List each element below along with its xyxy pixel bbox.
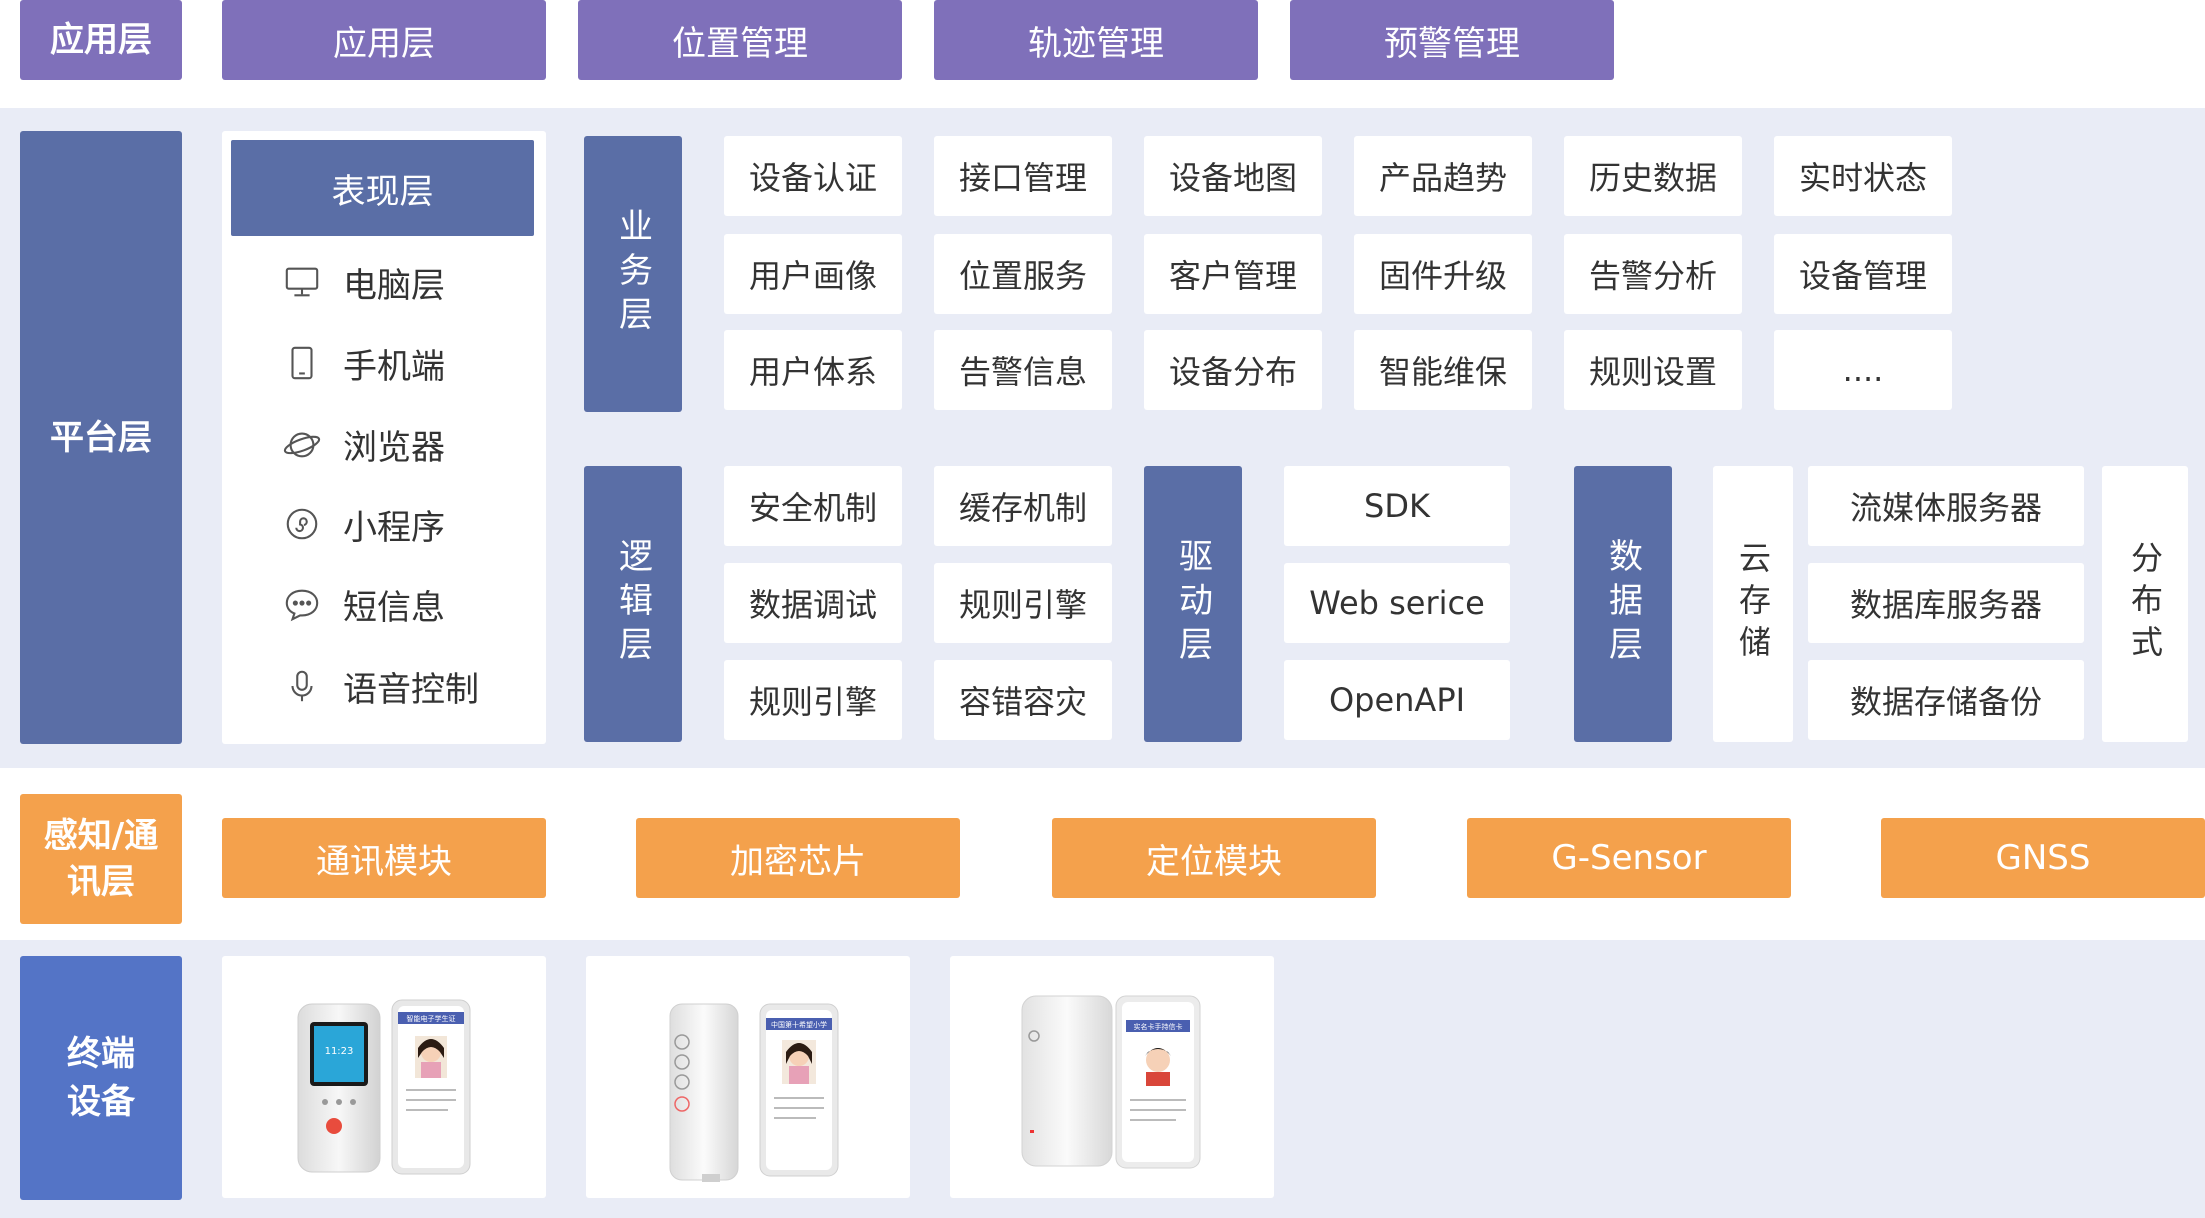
sensing-layer-label-text: 感知/通讯层 <box>43 816 159 902</box>
device-card-1: 11:23 智能电子学生证 <box>222 956 546 1198</box>
sensing-item-gsensor: G-Sensor <box>1467 818 1791 898</box>
vertical-card-device-image: 中国第十希望小学 <box>669 1003 839 1182</box>
pres-item-voice: 语音控制 <box>283 658 479 714</box>
business-cell: 产品趋势 <box>1354 136 1532 216</box>
logic-layer-label: 逻辑层 <box>584 466 682 742</box>
pres-item-miniprogram: 小程序 <box>283 496 445 552</box>
business-cell: 设备地图 <box>1144 136 1322 216</box>
device-card-2: 中国第十希望小学 <box>586 956 910 1198</box>
sensing-layer-label: 感知/通讯层 <box>20 794 182 924</box>
driver-cell-sdk: SDK <box>1284 466 1510 546</box>
logic-cell: 规则引擎 <box>724 660 902 740</box>
driver-cell-webservice: Web serice <box>1284 563 1510 643</box>
svg-text:实名卡手持信卡: 实名卡手持信卡 <box>1134 1022 1183 1031</box>
data-cell-backup: 数据存储备份 <box>1808 660 2084 740</box>
monitor-icon <box>285 267 319 297</box>
business-cell: 固件升级 <box>1354 234 1532 314</box>
pres-item-mobile: 手机端 <box>283 335 445 391</box>
phone-icon <box>291 346 313 380</box>
app-item-2: 位置管理 <box>578 0 902 80</box>
pres-item-label: 语音控制 <box>343 669 479 710</box>
app-item-1: 应用层 <box>222 0 546 80</box>
compact-card-device-image: 实名卡手持信卡 <box>1021 995 1201 1169</box>
device-card-3: 实名卡手持信卡 <box>950 956 1274 1198</box>
business-cell: 用户画像 <box>724 234 902 314</box>
logic-cell: 数据调试 <box>724 563 902 643</box>
business-cell: .... <box>1774 330 1952 410</box>
business-layer-label: 业务层 <box>584 136 682 412</box>
svg-text:中国第十希望小学: 中国第十希望小学 <box>771 1020 827 1029</box>
microphone-icon <box>291 670 313 702</box>
business-cell: 位置服务 <box>934 234 1112 314</box>
mini-program-icon <box>286 508 318 540</box>
business-cell: 客户管理 <box>1144 234 1322 314</box>
app-layer-label: 应用层 <box>20 0 182 80</box>
business-cell: 历史数据 <box>1564 136 1742 216</box>
business-cell: 告警信息 <box>934 330 1112 410</box>
sensing-item-comm: 通讯模块 <box>222 818 546 898</box>
platform-layer-label: 平台层 <box>20 131 182 744</box>
business-cell: 规则设置 <box>1564 330 1742 410</box>
business-cell: 接口管理 <box>934 136 1112 216</box>
terminal-layer-label-text: 终端设备 <box>67 1034 135 1122</box>
business-cell: 设备管理 <box>1774 234 1952 314</box>
distributed-cell: 分布式 <box>2102 466 2188 742</box>
pres-item-sms: 短信息 <box>283 576 445 632</box>
pres-item-browser: 浏览器 <box>283 416 445 472</box>
sensing-item-crypto: 加密芯片 <box>636 818 960 898</box>
sensing-item-positioning: 定位模块 <box>1052 818 1376 898</box>
business-cell: 实时状态 <box>1774 136 1952 216</box>
data-cell-streaming: 流媒体服务器 <box>1808 466 2084 546</box>
pres-item-label: 小程序 <box>343 507 445 548</box>
business-cell: 用户体系 <box>724 330 902 410</box>
logic-cell: 规则引擎 <box>934 563 1112 643</box>
pres-item-label: 浏览器 <box>343 427 445 468</box>
driver-cell-openapi: OpenAPI <box>1284 660 1510 740</box>
business-cell: 设备认证 <box>724 136 902 216</box>
logic-cell: 缓存机制 <box>934 466 1112 546</box>
logic-cell: 容错容灾 <box>934 660 1112 740</box>
pres-item-computer: 电脑层 <box>283 254 445 310</box>
app-item-3: 轨迹管理 <box>934 0 1258 80</box>
message-bubble-icon <box>285 589 319 622</box>
student-id-device-image: 11:23 智能电子学生证 <box>297 999 471 1175</box>
pres-item-label: 手机端 <box>343 346 445 387</box>
business-cell: 智能维保 <box>1354 330 1532 410</box>
data-layer-label: 数据层 <box>1574 466 1672 742</box>
app-item-4: 预警管理 <box>1290 0 1614 80</box>
pres-item-label: 电脑层 <box>343 265 445 306</box>
driver-layer-label: 驱动层 <box>1144 466 1242 742</box>
browser-globe-icon <box>283 432 321 458</box>
pres-item-label: 短信息 <box>343 587 445 628</box>
svg-text:智能电子学生证: 智能电子学生证 <box>407 1014 456 1023</box>
terminal-layer-label: 终端设备 <box>20 956 182 1200</box>
cloud-storage-cell: 云存储 <box>1713 466 1793 742</box>
svg-text:11:23: 11:23 <box>325 1046 354 1057</box>
data-cell-database: 数据库服务器 <box>1808 563 2084 643</box>
business-cell: 告警分析 <box>1564 234 1742 314</box>
logic-cell: 安全机制 <box>724 466 902 546</box>
sensing-item-gnss: GNSS <box>1881 818 2205 898</box>
presentation-title: 表现层 <box>231 140 534 236</box>
business-cell: 设备分布 <box>1144 330 1322 410</box>
